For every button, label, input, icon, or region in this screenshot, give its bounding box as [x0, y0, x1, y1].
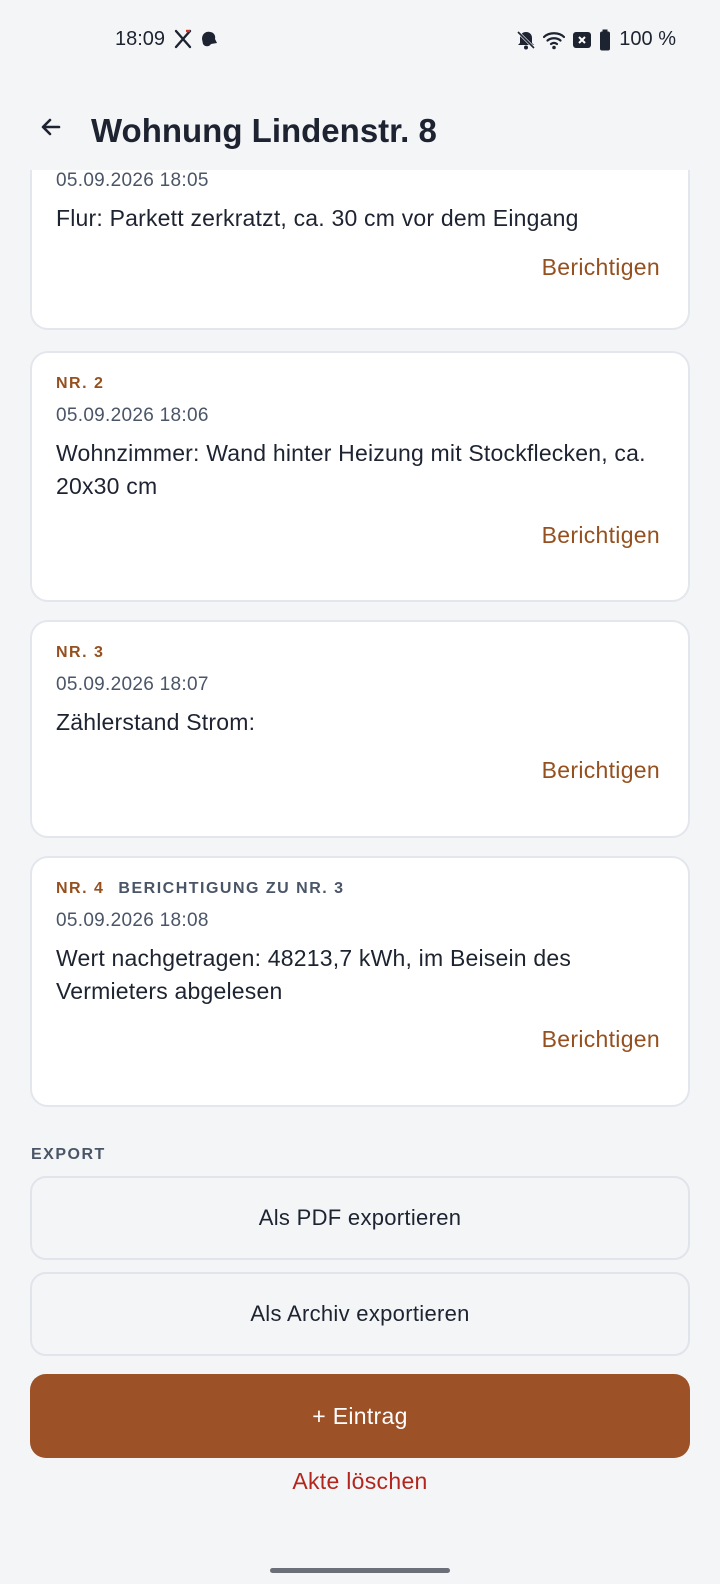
export-pdf-button[interactable]: Als PDF exportieren	[30, 1176, 690, 1260]
correct-button[interactable]: Berichtigen	[542, 254, 660, 281]
entry-number: NR. 4	[56, 880, 105, 897]
x-app-icon	[174, 29, 192, 49]
wifi-icon	[543, 31, 566, 49]
entry-number: NR. 2	[56, 375, 105, 392]
battery-percent: 100 %	[619, 28, 676, 50]
add-entry-button[interactable]: + Eintrag	[30, 1374, 690, 1458]
entry-text: Flur: Parkett zerkratzt, ca. 30 cm vor d…	[56, 205, 579, 231]
export-archive-button[interactable]: Als Archiv exportieren	[30, 1272, 690, 1356]
entry-card: NR. 2 05.09.2026 18:06 Wohnzimmer: Wand …	[30, 351, 690, 602]
bell-off-icon	[517, 30, 536, 49]
entry-header: NR. 4 BERICHTIGUNG ZU NR. 3	[56, 880, 345, 898]
entry-text: Zählerstand Strom:	[56, 709, 256, 735]
notification-app-icon	[202, 31, 217, 47]
entry-text: Wert nachgetragen: 48213,7 kWh, im Beise…	[56, 945, 572, 1004]
correct-button[interactable]: Berichtigen	[542, 1026, 660, 1053]
status-icons: 100 %	[515, 28, 676, 51]
entry-header: NR. 3	[56, 644, 104, 662]
entry-timestamp: 05.09.2026 18:05	[56, 170, 209, 191]
correct-button[interactable]: Berichtigen	[542, 757, 660, 784]
entry-card: NR. 3 05.09.2026 18:07 Zählerstand Strom…	[30, 620, 690, 838]
entry-timestamp: 05.09.2026 18:07	[56, 674, 209, 695]
entry-timestamp: 05.09.2026 18:06	[56, 405, 209, 426]
delete-file-button[interactable]: Akte löschen	[0, 1468, 720, 1495]
status-bar: 18:09 100 %	[0, 0, 720, 82]
correct-button[interactable]: Berichtigen	[542, 522, 660, 549]
app-bar: Wohnung Lindenstr. 8	[0, 82, 720, 170]
entry-text: Wohnzimmer: Wand hinter Heizung mit Stoc…	[56, 440, 646, 499]
sim-x-icon	[573, 31, 592, 48]
home-indicator[interactable]	[270, 1568, 450, 1573]
entry-header: NR. 2	[56, 375, 104, 393]
back-button[interactable]	[34, 110, 68, 144]
entry-timestamp: 05.09.2026 18:08	[56, 910, 209, 931]
export-section-label: EXPORT	[31, 1146, 106, 1163]
correction-reference: BERICHTIGUNG ZU NR. 3	[118, 880, 345, 897]
entry-card: NR. 4 BERICHTIGUNG ZU NR. 3 05.09.2026 1…	[30, 856, 690, 1107]
battery-icon	[600, 29, 611, 50]
page-title: Wohnung Lindenstr. 8	[91, 112, 437, 149]
arrow-left-icon	[41, 118, 61, 136]
entry-number: NR. 3	[56, 644, 105, 661]
status-time: 18:09	[115, 28, 166, 50]
